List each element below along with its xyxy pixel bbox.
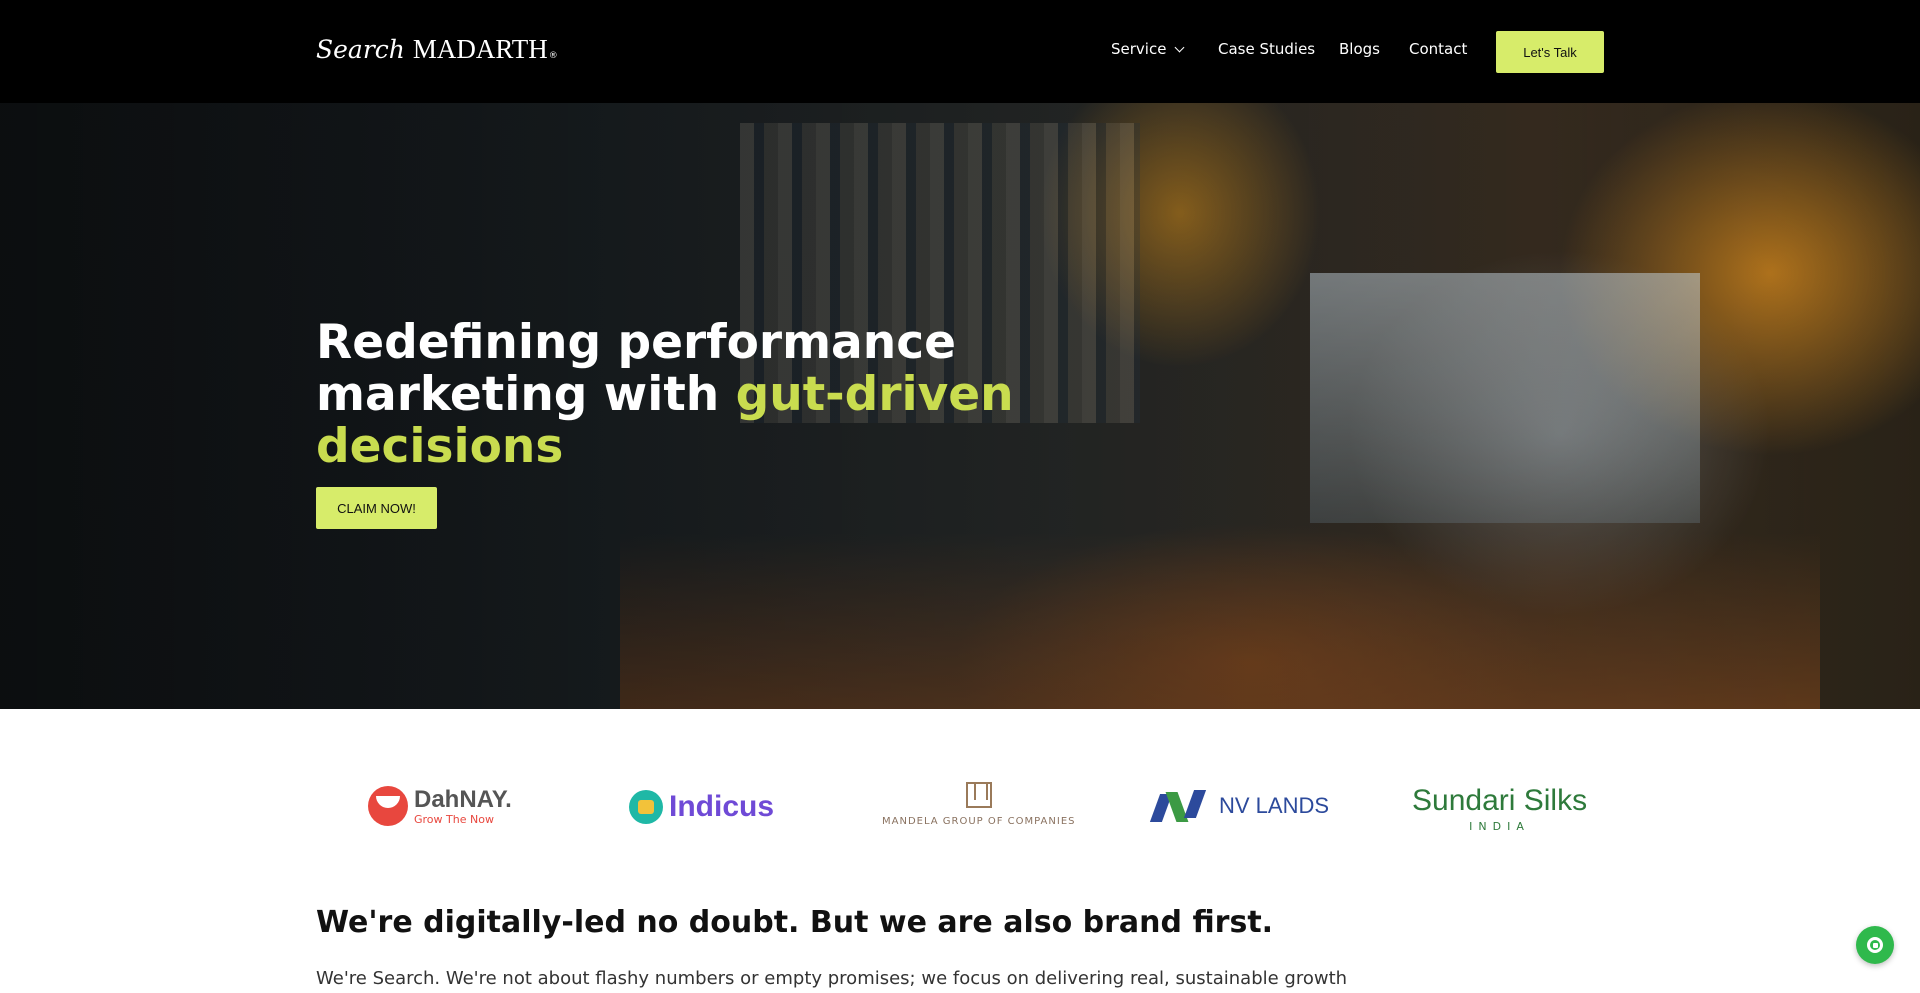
hero-title-highlight2: decisions <box>316 419 564 474</box>
nav-contact[interactable]: Contact <box>1409 40 1467 58</box>
site-header: Search MADARTH ® Service Case Studies Bl… <box>0 0 1920 103</box>
client-logo-nv-lands: NV LANDS <box>1149 790 1330 822</box>
whatsapp-chat-button[interactable] <box>1856 926 1894 964</box>
chevron-down-icon <box>1174 42 1185 53</box>
client-logos-strip: DahNAY. Grow The Now Indicus MANDELA GRO… <box>0 760 1920 850</box>
client-name: MANDELA GROUP OF COMPANIES <box>882 816 1076 827</box>
client-name: Sundari Silks <box>1412 784 1588 817</box>
hero-title-highlight1: gut-driven <box>735 367 1014 422</box>
client-logo-indicus: Indicus <box>629 790 774 824</box>
nav-case-studies[interactable]: Case Studies <box>1218 40 1315 58</box>
client-logo-dahnay: DahNAY. Grow The Now <box>368 786 512 826</box>
mandela-monogram-icon <box>965 782 992 808</box>
intro-title: We're digitally-led no doubt. But we are… <box>316 905 1274 940</box>
client-name: Indicus <box>669 790 775 823</box>
nav-blogs[interactable]: Blogs <box>1339 40 1380 58</box>
whatsapp-icon <box>1867 937 1883 953</box>
client-name: NV LANDS <box>1219 793 1330 818</box>
nav-service-label: Service <box>1111 40 1167 58</box>
dahnay-swoosh-icon <box>368 786 408 826</box>
lets-talk-button[interactable]: Let's Talk <box>1496 31 1604 73</box>
hero-title: Redefining performance marketing with gu… <box>316 317 1036 473</box>
main-nav: Service Case Studies Blogs Contact <box>0 40 1920 60</box>
client-logo-mandela: MANDELA GROUP OF COMPANIES <box>882 782 1076 827</box>
nav-service[interactable]: Service <box>1111 40 1185 58</box>
claim-now-button[interactable]: CLAIM NOW! <box>316 487 437 529</box>
client-name: DahNAY. <box>414 785 512 813</box>
hero-title-line2: marketing with <box>316 367 736 422</box>
intro-body: We're Search. We're not about flashy num… <box>316 968 1348 989</box>
client-sub: INDIA <box>1469 820 1530 833</box>
client-tagline: Grow The Now <box>414 812 494 826</box>
hero-title-line1: Redefining performance <box>316 315 956 370</box>
nv-lands-mark-icon <box>1149 790 1213 822</box>
client-logo-sundari-silks: Sundari Silks INDIA <box>1412 784 1587 833</box>
indicus-mascot-icon <box>629 790 663 824</box>
hero-section: Redefining performance marketing with gu… <box>0 103 1920 709</box>
